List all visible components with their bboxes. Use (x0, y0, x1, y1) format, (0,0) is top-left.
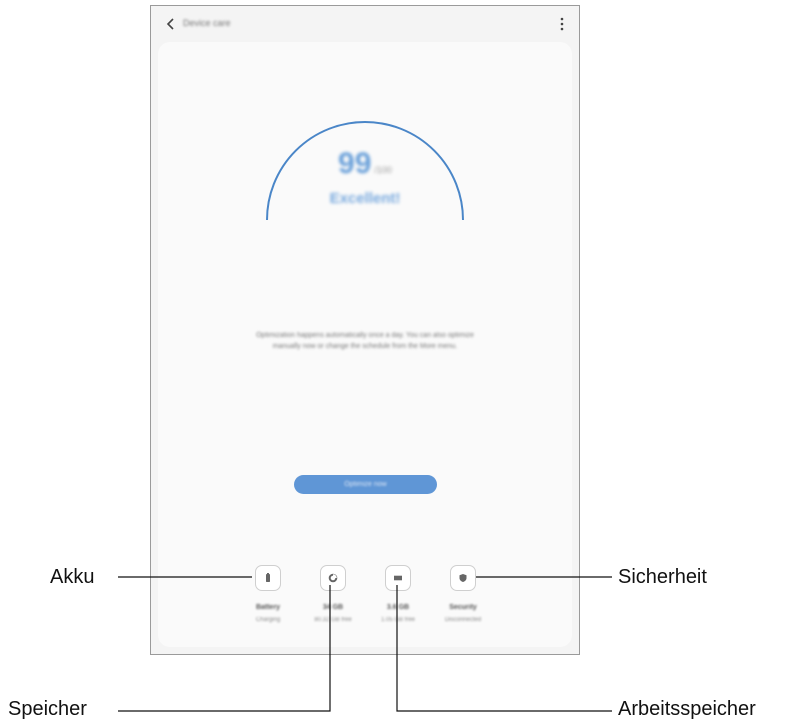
callout-lines (118, 576, 612, 712)
callout-speicher: Speicher (8, 698, 87, 720)
callout-akku: Akku (50, 566, 95, 588)
callout-line-arbeitsspeicher (396, 585, 612, 712)
callout-line-speicher (118, 585, 331, 712)
callout-arbeitsspeicher: Arbeitsspeicher (618, 698, 756, 720)
callout-sicherheit: Sicherheit (618, 566, 707, 588)
